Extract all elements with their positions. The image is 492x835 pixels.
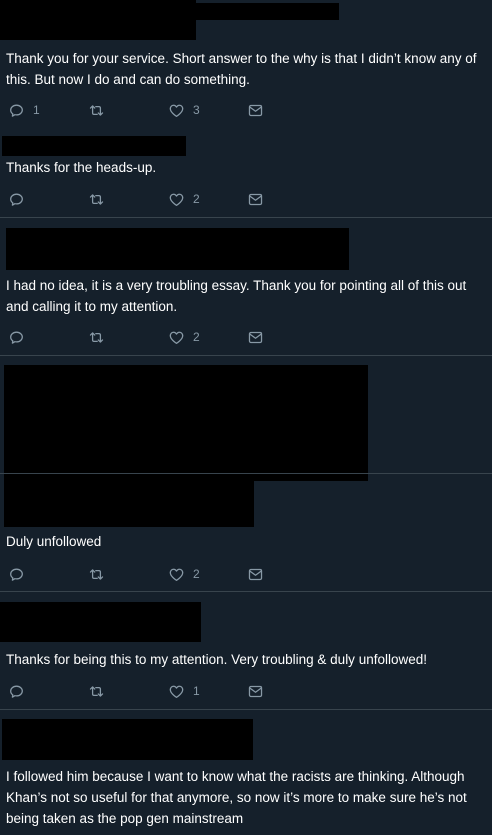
redacted-author-header [4, 481, 254, 527]
like-count: 1 [193, 684, 200, 698]
redacted-author-header [2, 719, 253, 760]
retweet-icon [88, 329, 105, 346]
like-button[interactable]: 1 [168, 680, 200, 702]
like-count: 2 [193, 330, 200, 344]
envelope-icon [247, 683, 264, 700]
tweet-text: I had no idea, it is a very troubling es… [6, 278, 467, 314]
envelope-icon [247, 329, 264, 346]
like-button[interactable]: 2 [168, 326, 200, 348]
reply-icon [8, 683, 25, 700]
tweet-divider [0, 473, 492, 474]
share-dm-button[interactable] [247, 680, 264, 702]
share-dm-button[interactable] [247, 326, 264, 348]
retweet-button[interactable] [88, 680, 113, 702]
tweet-divider [0, 591, 492, 592]
envelope-icon [247, 566, 264, 583]
like-button[interactable]: 2 [168, 563, 200, 585]
envelope-icon [247, 191, 264, 208]
tweet-text: Thanks for being this to my attention. V… [6, 652, 427, 667]
heart-icon [168, 191, 185, 208]
retweet-button[interactable] [88, 563, 113, 585]
envelope-icon [247, 102, 264, 119]
heart-icon [168, 102, 185, 119]
share-dm-button[interactable] [247, 563, 264, 585]
tweet-actions: 1 [0, 680, 492, 702]
reply-button[interactable]: 1 [8, 99, 40, 121]
retweet-icon [88, 191, 105, 208]
share-dm-button[interactable] [247, 99, 264, 121]
tweet-divider [0, 709, 492, 710]
tweet-text: Thank you for your service. Short answer… [6, 51, 477, 87]
reply-button[interactable] [8, 563, 33, 585]
redacted-author-header [2, 136, 186, 156]
share-dm-button[interactable] [247, 188, 264, 210]
heart-icon [168, 683, 185, 700]
tweet-text: I followed him because I want to know wh… [6, 769, 467, 826]
retweet-button[interactable] [88, 188, 113, 210]
tweet-actions: 2 [0, 326, 492, 348]
redacted-author-header [0, 602, 201, 642]
tweet-divider [0, 355, 492, 356]
redacted-author-header [0, 0, 196, 40]
retweet-button[interactable] [88, 99, 113, 121]
reply-button[interactable] [8, 680, 33, 702]
like-button[interactable]: 2 [168, 188, 200, 210]
like-count: 2 [193, 192, 200, 206]
like-button[interactable]: 3 [168, 99, 200, 121]
retweet-icon [88, 566, 105, 583]
reply-icon [8, 102, 25, 119]
retweet-icon [88, 102, 105, 119]
heart-icon [168, 566, 185, 583]
like-count: 2 [193, 567, 200, 581]
retweet-button[interactable] [88, 326, 113, 348]
tweet-actions: 2 [0, 563, 492, 585]
tweet-divider [0, 217, 492, 218]
like-count: 3 [193, 103, 200, 117]
reply-icon [8, 191, 25, 208]
retweet-icon [88, 683, 105, 700]
heart-icon [168, 329, 185, 346]
tweet-actions: 2 [0, 188, 492, 210]
tweet-actions: 1 3 [0, 99, 492, 121]
reply-button[interactable] [8, 326, 33, 348]
reply-icon [8, 566, 25, 583]
tweet-text: Thanks for the heads-up. [6, 160, 157, 175]
reply-button[interactable] [8, 188, 33, 210]
redacted-quoted-content [4, 365, 368, 481]
reply-count: 1 [33, 103, 40, 117]
reply-icon [8, 329, 25, 346]
redacted-author-header [6, 228, 349, 270]
tweet-text: Duly unfollowed [6, 534, 102, 549]
redacted-author-handle [196, 3, 339, 20]
